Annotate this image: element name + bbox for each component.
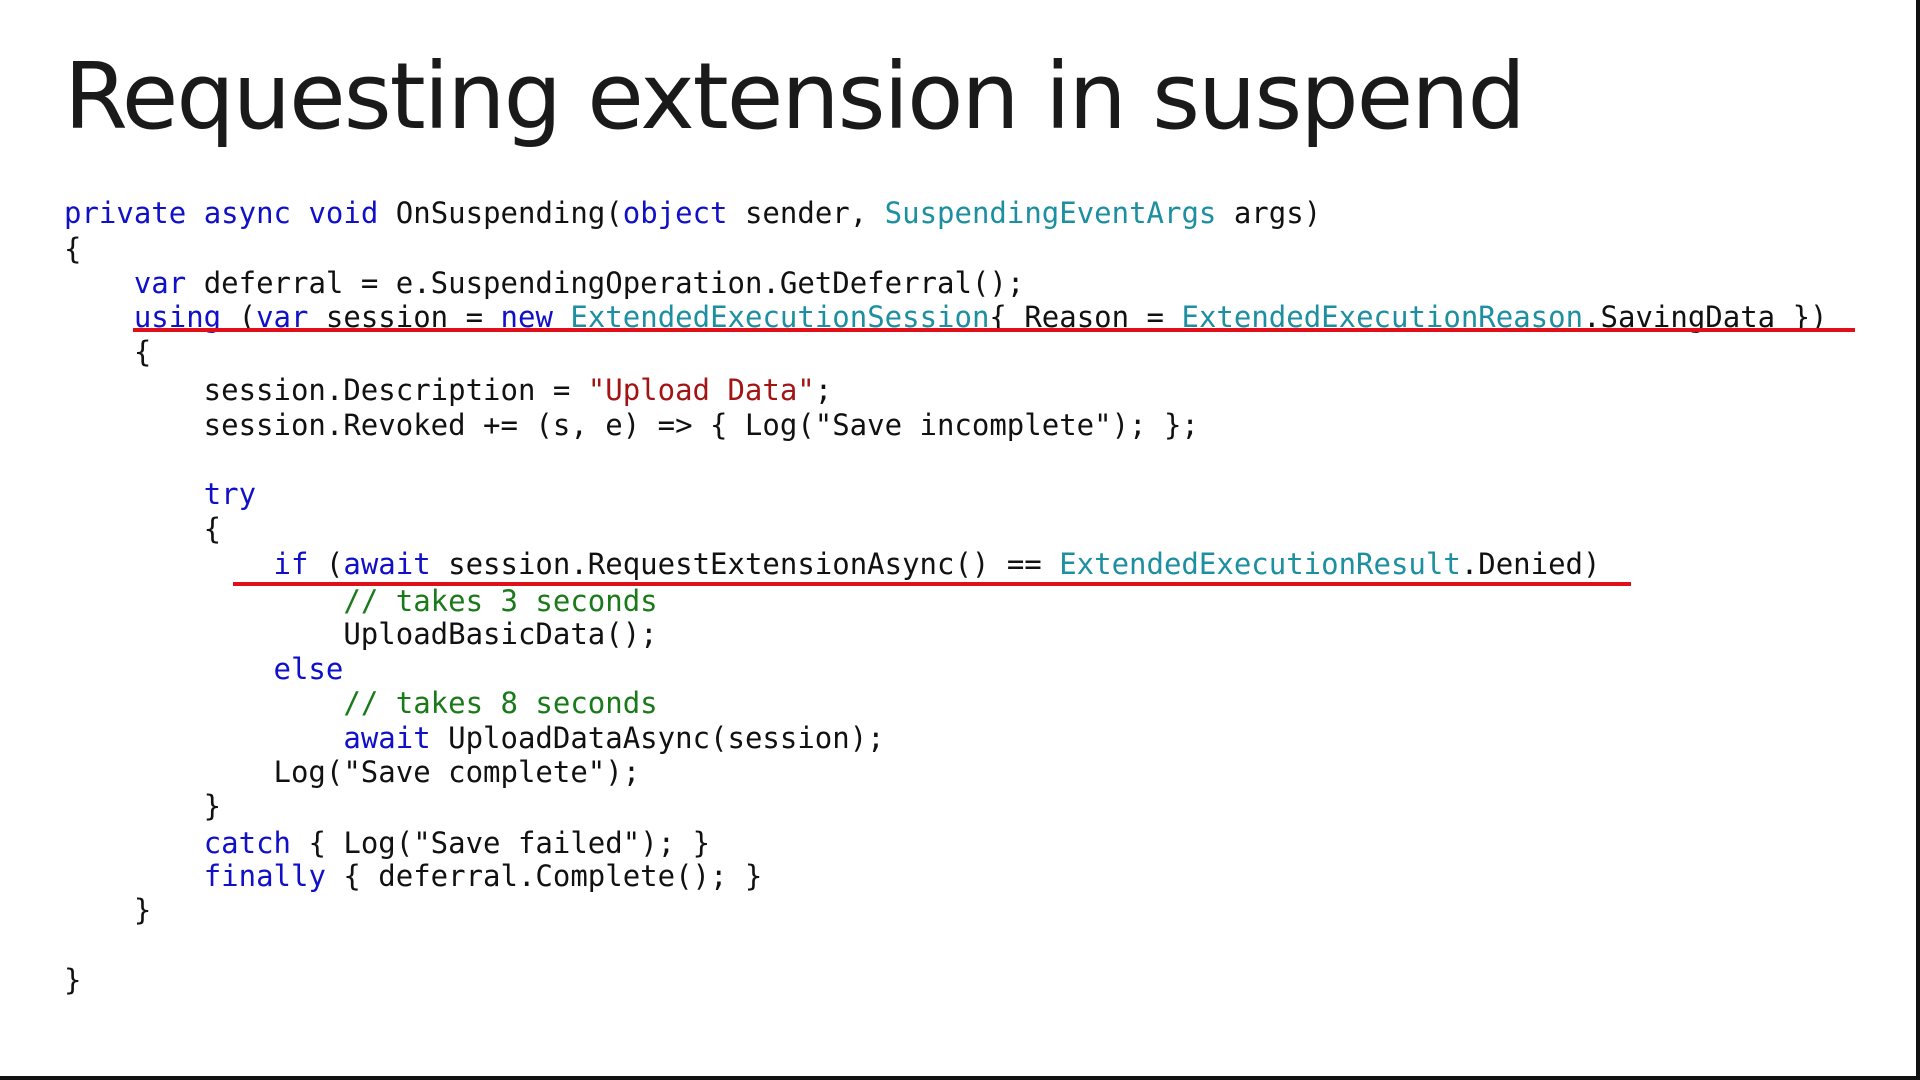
- slide-title: Requesting extension in suspend: [64, 43, 1526, 150]
- code-token: finally: [203, 859, 326, 893]
- code-token: UploadDataAsync(session);: [430, 721, 885, 755]
- code-token: async: [203, 196, 291, 230]
- code-token: void: [308, 196, 379, 230]
- code-line: private async void OnSuspending(object s…: [64, 195, 1321, 231]
- code-token: "Upload Data": [587, 373, 815, 407]
- code-token: try: [203, 477, 257, 511]
- code-token: }: [64, 893, 152, 927]
- code-line: session.Revoked += (s, e) => { Log("Save…: [64, 407, 1199, 443]
- code-line: }: [64, 788, 221, 824]
- code-line: session.Description = "Upload Data";: [64, 372, 833, 408]
- bottom-edge-bar: [0, 1076, 1920, 1080]
- code-token: var: [133, 266, 187, 300]
- code-token: else: [273, 652, 344, 686]
- code-token: deferral = e.SuspendingOperation.GetDefe…: [186, 266, 1025, 300]
- code-line: {: [64, 231, 81, 267]
- code-token: args): [1216, 196, 1322, 230]
- code-token: private: [64, 196, 187, 230]
- code-token: await: [343, 547, 431, 581]
- code-token: {: [64, 512, 222, 546]
- code-token: { Log("Save failed"); }: [291, 826, 711, 860]
- code-token: object: [622, 196, 728, 230]
- code-token: OnSuspending(: [378, 196, 623, 230]
- code-line: {: [64, 334, 151, 370]
- slide: Requesting extension in suspend private …: [0, 0, 1920, 1080]
- code-line: await UploadDataAsync(session);: [64, 720, 885, 756]
- code-line: var deferral = e.SuspendingOperation.Get…: [64, 265, 1024, 301]
- code-line: }: [64, 892, 151, 928]
- code-token: // takes 8 seconds: [343, 686, 658, 720]
- code-token: {: [64, 335, 152, 369]
- code-token: if: [273, 547, 309, 581]
- code-line: // takes 3 seconds: [64, 583, 658, 619]
- code-line: else: [64, 651, 344, 687]
- code-token: // takes 3 seconds: [343, 584, 658, 618]
- code-token: session.Description =: [64, 373, 588, 407]
- code-line: UploadBasicData();: [64, 616, 658, 652]
- right-edge-bar: [1916, 0, 1920, 1080]
- code-line: try: [64, 476, 256, 512]
- code-token: SuspendingEventArgs: [884, 196, 1217, 230]
- code-token: }: [64, 789, 222, 823]
- code-line: }: [64, 962, 81, 998]
- code-token: ExtendedExecutionResult: [1059, 547, 1461, 581]
- if-statement-underline: [233, 582, 1631, 586]
- code-token: catch: [203, 826, 291, 860]
- code-token: Log("Save complete");: [64, 755, 641, 789]
- code-line: {: [64, 511, 221, 547]
- code-token: session.RequestExtensionAsync() ==: [430, 547, 1060, 581]
- code-line: finally { deferral.Complete(); }: [64, 858, 763, 894]
- code-token: UploadBasicData();: [64, 617, 658, 651]
- code-token: session.Revoked += (s, e) => { Log("Save…: [64, 408, 1199, 442]
- code-token: ;: [814, 373, 833, 407]
- code-line: Log("Save complete");: [64, 754, 641, 790]
- code-token: }: [64, 963, 82, 997]
- code-token: (: [308, 547, 344, 581]
- code-token: { deferral.Complete(); }: [325, 859, 763, 893]
- using-statement-underline: [133, 328, 1855, 332]
- code-token: sender,: [727, 196, 885, 230]
- code-line: if (await session.RequestExtensionAsync(…: [64, 546, 1601, 582]
- code-line: catch { Log("Save failed"); }: [64, 825, 710, 861]
- code-line: // takes 8 seconds: [64, 685, 658, 721]
- code-token: {: [64, 232, 82, 266]
- code-token: .Denied): [1460, 547, 1601, 581]
- code-token: await: [343, 721, 431, 755]
